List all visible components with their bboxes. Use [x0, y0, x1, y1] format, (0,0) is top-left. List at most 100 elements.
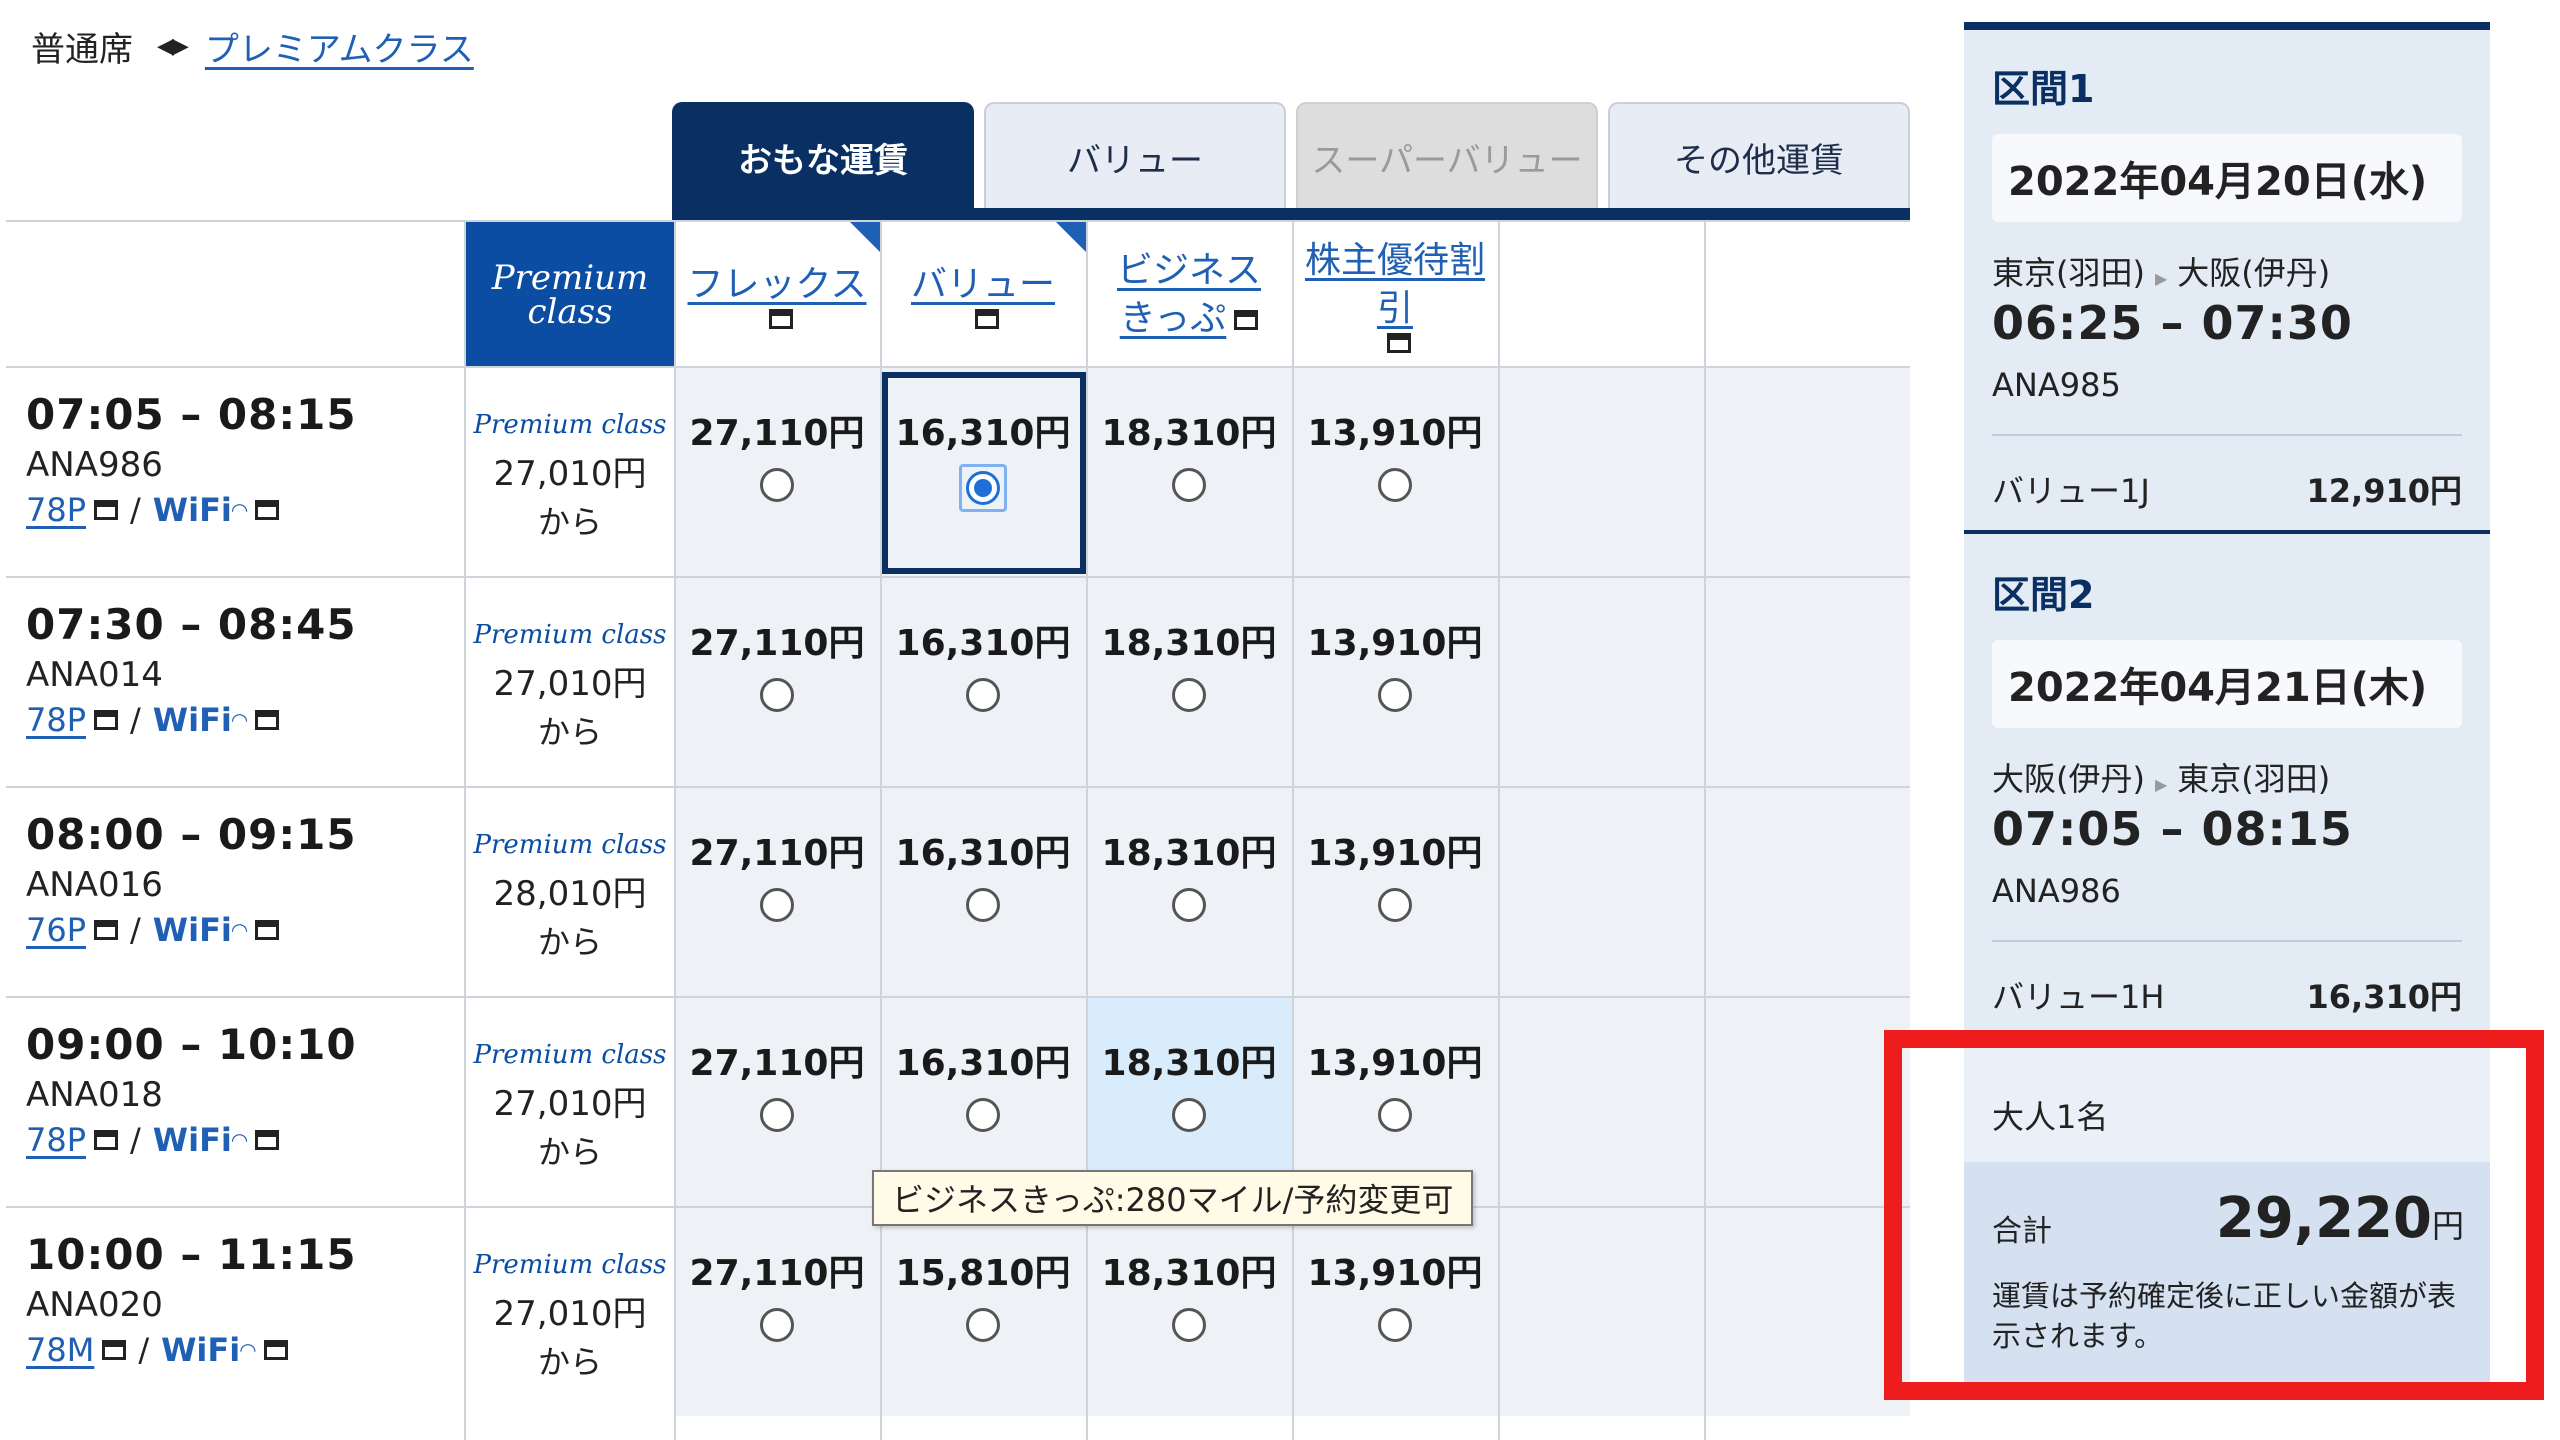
fare-radio[interactable]: [1378, 468, 1412, 502]
premium-price: 27,010円: [493, 1294, 647, 1334]
fare-cell[interactable]: 27,110円: [674, 368, 880, 576]
fare-radio[interactable]: [760, 888, 794, 922]
fare-cell[interactable]: 13,910円: [1292, 788, 1498, 996]
flight-number: ANA014: [26, 655, 163, 695]
premium-fare-cell[interactable]: Premium class 27,010円 から: [466, 368, 674, 576]
new-window-icon: [255, 710, 280, 730]
fare-type-link[interactable]: フレックス: [688, 261, 867, 309]
fare-radio[interactable]: [966, 678, 1000, 712]
fare-type-link[interactable]: バリュー: [911, 261, 1055, 309]
fare-cell[interactable]: 13,910円: [1292, 368, 1498, 576]
fare-type-link-line2[interactable]: きっぷ: [1120, 295, 1259, 343]
fare-radio[interactable]: [1378, 1098, 1412, 1132]
premium-from-label: から: [537, 1133, 602, 1171]
premium-fare-cell[interactable]: Premium class 28,010円 から: [466, 788, 674, 996]
premium-class-header: Premium class: [466, 222, 674, 368]
fare-price: 13,910円: [1307, 833, 1483, 874]
fare-column-header[interactable]: 株主優待割引: [1292, 222, 1498, 368]
seat-map-link[interactable]: 78P: [26, 491, 86, 529]
fare-cell[interactable]: 16,310円: [880, 788, 1086, 996]
flight-number: ANA020: [26, 1285, 163, 1325]
premium-class-link[interactable]: プレミアムクラス: [205, 22, 474, 71]
fare-cell[interactable]: 18,310円: [1086, 1208, 1292, 1416]
fare-radio[interactable]: [1378, 678, 1412, 712]
premium-fare-cell[interactable]: Premium class 27,010円 から: [466, 578, 674, 786]
grid-line: [880, 220, 882, 1440]
premium-from-label: から: [537, 503, 602, 541]
fare-cell[interactable]: 18,310円: [1086, 368, 1292, 576]
grid-line: [1704, 220, 1706, 1440]
fare-type-link[interactable]: ビジネス: [1117, 247, 1261, 295]
flight-time: 07:05 – 08:15: [26, 390, 357, 439]
fare-radio[interactable]: [1172, 888, 1206, 922]
fare-column-header[interactable]: フレックス: [674, 222, 880, 368]
tab-main-fares[interactable]: おもな運賃: [672, 102, 974, 210]
fare-radio[interactable]: [760, 1308, 794, 1342]
fare-radio[interactable]: [1378, 1308, 1412, 1342]
fare-cell[interactable]: 27,110円: [674, 578, 880, 786]
seat-map-link[interactable]: 78M: [26, 1331, 94, 1369]
corner-marker: [850, 222, 880, 252]
fare-radio[interactable]: [1172, 678, 1206, 712]
flight-time: 10:00 – 11:15: [26, 1230, 357, 1279]
fare-radio[interactable]: [1172, 468, 1206, 502]
wifi-link[interactable]: WiFi: [153, 701, 232, 739]
fare-tabs: おもな運賃 バリュー スーパーバリュー その他運賃: [672, 102, 1910, 210]
fare-cell[interactable]: 27,110円: [674, 1208, 880, 1416]
fare-type-link[interactable]: 株主優待割引: [1292, 237, 1498, 333]
flight-info: 10:00 – 11:15 ANA020 78M / WiFi ◠: [26, 1230, 357, 1369]
fare-radio[interactable]: [966, 888, 1000, 922]
new-window-icon: [255, 1130, 280, 1150]
flight-row: 10:00 – 11:15 ANA020 78M / WiFi ◠ Premium clas…: [6, 1206, 1910, 1416]
fare-cell[interactable]: 13,910円: [1292, 578, 1498, 786]
wifi-link[interactable]: WiFi: [153, 491, 232, 529]
seat-map-link[interactable]: 78P: [26, 1121, 86, 1159]
fare-column-header[interactable]: ビジネス きっぷ: [1086, 222, 1292, 368]
fare-radio[interactable]: [760, 1098, 794, 1132]
fare-price: 15,810円: [895, 1253, 1071, 1294]
tab-other-fares[interactable]: その他運賃: [1608, 102, 1910, 210]
fare-price: 18,310円: [1101, 1043, 1277, 1084]
fare-cell[interactable]: 15,810円: [880, 1208, 1086, 1416]
premium-fare-cell[interactable]: Premium class 27,010円 から: [466, 1208, 674, 1416]
fare-column-header[interactable]: バリュー: [880, 222, 1086, 368]
fare-header-row: Premium class フレックス バリュー ビジネス きっぷ 株主優待割引: [6, 220, 1910, 368]
grid-line: [464, 220, 466, 1440]
seat-map-link[interactable]: 76P: [26, 911, 86, 949]
fare-radio[interactable]: [760, 678, 794, 712]
fare-radio[interactable]: [760, 468, 794, 502]
current-seat-class: 普通席: [31, 29, 133, 70]
flight-row: 07:05 – 08:15 ANA986 78P / WiFi ◠ Premium clas…: [6, 366, 1910, 576]
fare-radio[interactable]: [966, 1098, 1000, 1132]
tab-value[interactable]: バリュー: [984, 102, 1286, 210]
segment-2-fare: バリュー1H 16,310円: [1992, 978, 2462, 1016]
separator: /: [130, 701, 141, 739]
fare-radio[interactable]: [1172, 1308, 1206, 1342]
wifi-link[interactable]: WiFi: [161, 1331, 240, 1369]
tab-super-value: スーパーバリュー: [1296, 102, 1598, 210]
fare-price: 27,110円: [689, 623, 865, 664]
fare-cell[interactable]: 18,310円: [1086, 578, 1292, 786]
wifi-link[interactable]: WiFi: [153, 911, 232, 949]
segment-1-fare: バリュー1J 12,910円: [1992, 472, 2462, 510]
flight-time: 09:00 – 10:10: [26, 1020, 357, 1069]
new-window-icon: [94, 500, 119, 520]
new-window-icon-wrap: [1379, 333, 1411, 354]
fare-radio[interactable]: [1172, 1098, 1206, 1132]
fare-cell[interactable]: 13,910円: [1292, 1208, 1498, 1416]
seat-map-link[interactable]: 78P: [26, 701, 86, 739]
segment-1-flight-number: ANA985: [1992, 366, 2121, 404]
fare-cell[interactable]: 18,310円: [1086, 788, 1292, 996]
wifi-link[interactable]: WiFi: [153, 1121, 232, 1159]
fare-cell[interactable]: 16,310円: [880, 578, 1086, 786]
flight-info: 09:00 – 10:10 ANA018 78P / WiFi ◠: [26, 1020, 357, 1159]
segment-2-separator: [1992, 940, 2462, 942]
fare-cell[interactable]: 27,110円: [674, 788, 880, 996]
premium-fare-cell[interactable]: Premium class 27,010円 から: [466, 998, 674, 1206]
fare-radio[interactable]: [1378, 888, 1412, 922]
new-window-icon: [1234, 310, 1259, 330]
corner-marker: [1056, 222, 1086, 252]
fare-radio[interactable]: [966, 1308, 1000, 1342]
premium-class-logo: Premium class: [473, 410, 667, 440]
fare-cell[interactable]: 27,110円: [674, 998, 880, 1206]
